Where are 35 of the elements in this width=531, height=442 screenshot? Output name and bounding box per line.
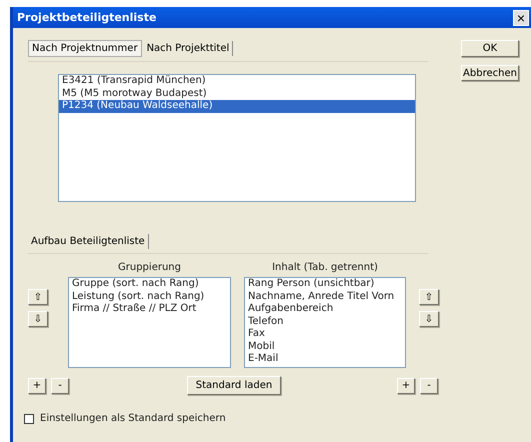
move-down-button[interactable]: ⇩: [28, 311, 48, 327]
list-item[interactable]: Gruppe (sort. nach Rang): [69, 278, 230, 290]
tab[interactable]: Aufbau Beteiligtenliste: [28, 234, 149, 249]
list-item[interactable]: Fax: [245, 328, 405, 340]
ok-button[interactable]: OK: [461, 40, 519, 57]
tab[interactable]: Nach Projektnummer: [28, 40, 142, 57]
grouping-list[interactable]: Gruppe (sort. nach Rang) Leistung (sort. nach Rang) Firma // Straße // PLZ Ort: [68, 277, 231, 368]
move-up-button[interactable]: ⇧: [28, 289, 48, 305]
list-item[interactable]: Firma // Straße // PLZ Ort: [69, 303, 230, 316]
list-item[interactable]: M5 (M5 morotway Budapest): [59, 88, 415, 100]
checkbox-label: Einstellungen als Standard speichern: [40, 413, 226, 424]
load-default-button[interactable]: Standard laden: [187, 376, 281, 395]
remove-button[interactable]: -: [420, 378, 438, 394]
list-item[interactable]: Telefon: [245, 316, 405, 328]
list-item[interactable]: Leistung (sort. nach Rang): [69, 290, 230, 303]
list-item[interactable]: Aufgabenbereich: [245, 303, 405, 316]
remove-button[interactable]: -: [51, 378, 69, 394]
list-item[interactable]: Rang Person (unsichtbar): [245, 278, 405, 290]
cancel-button[interactable]: Abbrechen: [461, 65, 519, 81]
move-down-button[interactable]: ⇩: [419, 311, 439, 327]
move-up-button[interactable]: ⇧: [419, 289, 439, 305]
add-button[interactable]: +: [28, 378, 46, 394]
column-label: Inhalt (Tab. getrennt): [271, 262, 379, 275]
column-label: Gruppierung: [117, 262, 182, 275]
list-item[interactable]: E-Mail: [245, 353, 405, 366]
project-list[interactable]: E3421 (Transrapid München) M5 (M5 morotway Budapest) P1234 (Neubau Waldseehalle): [58, 74, 416, 202]
window-title: Projektbeteiligtenliste: [17, 11, 156, 24]
add-button[interactable]: +: [397, 378, 415, 394]
list-item[interactable]: Nachname, Anrede Titel Vorn: [245, 290, 405, 303]
content-list[interactable]: Rang Person (unsichtbar) Nachname, Anrede Titel Vorn Aufgabenbereich Telefon Fax Mobil E-Mail: [244, 277, 406, 368]
close-button[interactable]: ×: [513, 10, 529, 26]
list-item[interactable]: E3421 (Transrapid München): [59, 75, 415, 88]
list-item[interactable]: P1234 (Neubau Waldseehalle): [59, 100, 415, 112]
list-item[interactable]: Mobil: [245, 340, 405, 353]
checkbox[interactable]: [24, 414, 34, 424]
